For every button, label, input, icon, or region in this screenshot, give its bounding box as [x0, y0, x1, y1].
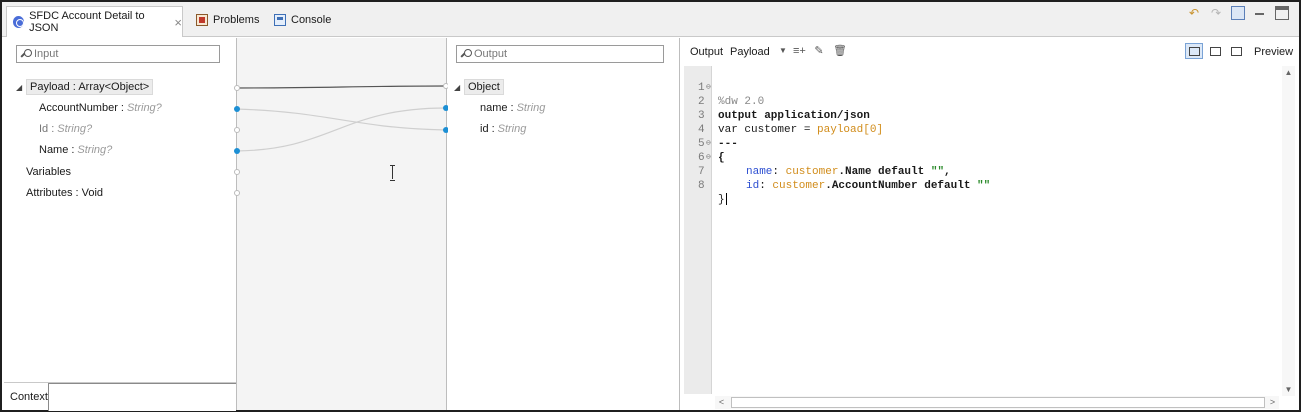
- scroll-down-icon[interactable]: ▼: [1282, 383, 1295, 396]
- code-line: 8 }: [698, 180, 727, 206]
- connector-dot[interactable]: [234, 127, 240, 133]
- source-view-button[interactable]: [1185, 43, 1203, 59]
- target-select[interactable]: Payload: [730, 46, 770, 58]
- output-search-placeholder: Output: [474, 48, 508, 60]
- single-view-icon: [1231, 47, 1242, 56]
- source-view-icon: [1189, 47, 1200, 56]
- mapping-line-account-number: [235, 108, 447, 131]
- code-line: 1 ⊖ %dw 2.0: [698, 82, 765, 108]
- editor-window: SFDC Account Detail to JSON × Problems C…: [0, 0, 1301, 412]
- mapping-line-payload: [235, 85, 447, 89]
- dataweave-editor: Output Payload ▼ ≡+ ✎ 🗑 Preview 1 ⊖ %dw 2…: [681, 38, 1299, 410]
- preview-button[interactable]: Preview: [1254, 46, 1293, 58]
- edit-pencil-icon[interactable]: ✎: [813, 45, 825, 57]
- code-line: 5 ⊖ {: [698, 138, 725, 164]
- search-icon: [461, 49, 472, 59]
- scroll-thumb[interactable]: [731, 397, 1265, 408]
- connector-dot[interactable]: [234, 85, 240, 91]
- output-search-field[interactable]: Output: [456, 45, 664, 63]
- output-panel: Output ◢ Object name: String id: String: [448, 38, 680, 410]
- dropdown-arrow-icon[interactable]: ▼: [777, 45, 789, 57]
- field-name: name: [480, 102, 508, 114]
- code-line: 7 id: customer.AccountNumber default "": [698, 166, 991, 192]
- field-type: String: [516, 102, 546, 114]
- add-output-icon[interactable]: ≡+: [793, 45, 806, 57]
- connector-dot[interactable]: [234, 190, 240, 196]
- object-label: Object: [464, 79, 504, 95]
- text-caret: [725, 193, 727, 206]
- expand-triangle-icon[interactable]: ◢: [454, 83, 464, 92]
- connector-dot[interactable]: [234, 106, 240, 112]
- editor-toolbar: Output Payload ▼ ≡+ ✎ 🗑 Preview: [681, 38, 1299, 65]
- tree-item-output-name[interactable]: name: String: [480, 99, 545, 117]
- horizontal-scrollbar[interactable]: < >: [715, 396, 1279, 409]
- trash-icon[interactable]: 🗑: [833, 45, 847, 57]
- vertical-scrollbar[interactable]: ▲ ▼: [1282, 66, 1295, 396]
- scroll-up-icon[interactable]: ▲: [1282, 66, 1295, 79]
- scroll-right-icon[interactable]: >: [1266, 396, 1279, 409]
- field-name: id: [480, 123, 489, 135]
- code-line: 2 output application/json: [698, 96, 870, 122]
- code-area[interactable]: 1 ⊖ %dw 2.0 2 output application/json 3 v…: [684, 66, 1280, 394]
- connector-dot[interactable]: [234, 148, 240, 154]
- split-view-icon: [1210, 47, 1221, 56]
- mapping-line-name: [235, 107, 447, 152]
- split-view-button[interactable]: [1206, 43, 1224, 59]
- code-line: 6 ⊖ name: customer.Name default "",: [698, 152, 951, 178]
- tree-item-output-id[interactable]: id: String: [480, 120, 526, 138]
- code-line: 4 ---: [698, 124, 738, 150]
- text-cursor-icon: [390, 165, 396, 181]
- output-label: Output: [690, 46, 724, 58]
- field-type: String: [497, 123, 527, 135]
- tree-item-object[interactable]: ◢ Object: [454, 78, 504, 96]
- code-line: 3 var customer = payload[0]: [698, 110, 884, 136]
- scroll-left-icon[interactable]: <: [715, 396, 728, 409]
- single-view-button[interactable]: [1227, 43, 1245, 59]
- connector-dot[interactable]: [234, 169, 240, 175]
